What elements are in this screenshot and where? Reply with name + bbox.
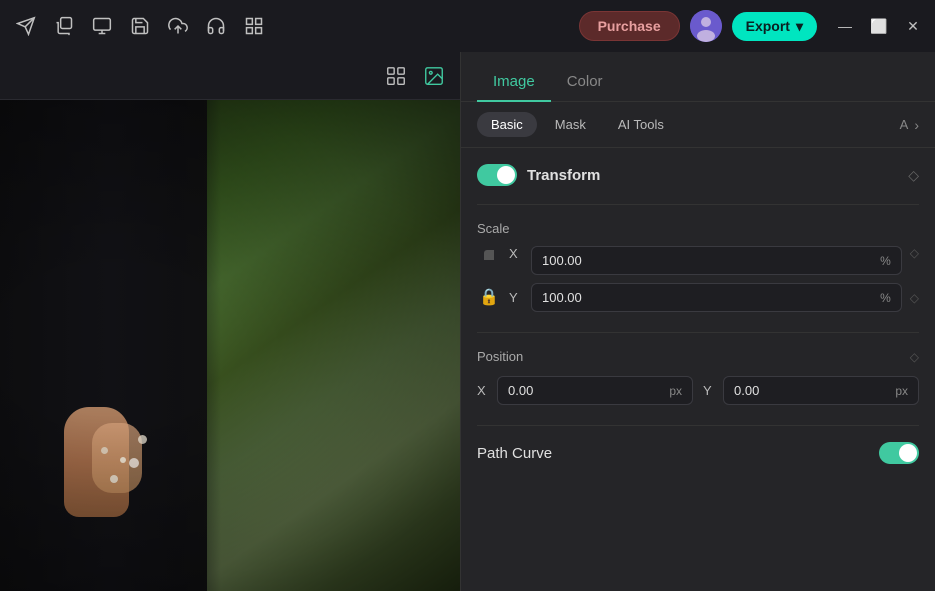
position-group: Position ◇ X 0.00 px Y [477,349,919,405]
avatar[interactable] [690,10,722,42]
maximize-button[interactable]: ⬜ [869,16,889,36]
export-button[interactable]: Export ▾ [732,12,817,41]
divider-2 [477,332,919,333]
scale-x-diamond-icon[interactable]: ◇ [910,246,919,275]
subtab-mask[interactable]: Mask [541,112,600,137]
send-icon[interactable] [12,12,40,40]
titlebar: Purchase Export ▾ — ⬜ ✕ [0,0,935,52]
tab-color[interactable]: Color [551,63,619,102]
monitor-icon[interactable] [88,12,116,40]
copy-icon[interactable] [50,12,78,40]
more-options: A › [900,117,919,133]
subtab-ai-tools[interactable]: AI Tools [604,112,678,137]
path-curve-knob [899,444,917,462]
canvas-area [0,100,460,591]
tab-image[interactable]: Image [477,63,551,102]
divider-1 [477,204,919,205]
window-controls: — ⬜ ✕ [835,16,923,36]
position-x-group: X 0.00 px [477,376,693,405]
position-row: X 0.00 px Y 0.00 px [477,376,919,405]
position-diamond-icon[interactable]: ◇ [910,350,919,364]
chevron-right-icon: › [914,117,919,133]
close-button[interactable]: ✕ [903,16,923,36]
path-curve-toggle[interactable] [879,442,919,464]
transform-title: Transform [527,167,600,184]
divider-3 [477,425,919,426]
scale-x-input[interactable]: 100.00 % [531,246,902,275]
purchase-button[interactable]: Purchase [579,11,680,41]
upload-icon[interactable] [164,12,192,40]
grid-icon[interactable] [240,12,268,40]
transform-section-header: Transform ◇ [477,164,919,186]
more-label: A [900,117,909,132]
transform-diamond-icon[interactable]: ◇ [908,167,919,184]
path-curve-label: Path Curve [477,445,879,462]
grid-view-icon[interactable] [382,62,410,90]
headphone-icon[interactable] [202,12,230,40]
position-label: Position [477,349,523,364]
scale-y-diamond-icon[interactable]: ◇ [910,291,919,305]
toggle-knob [497,166,515,184]
save-icon[interactable] [126,12,154,40]
y-axis-label: Y [509,290,523,305]
panel-content: Transform ◇ Scale X 100.00 % [461,148,935,591]
x-axis-label: X [509,246,523,275]
scale-group: Scale X 100.00 % ◇ 🔒 [477,221,919,312]
chevron-down-icon: ▾ [796,18,803,35]
image-view-icon[interactable] [420,62,448,90]
position-y-group: Y 0.00 px [703,376,919,405]
position-x-input[interactable]: 0.00 px [497,376,693,405]
scale-y-input[interactable]: 100.00 % [531,283,902,312]
transform-toggle[interactable] [477,164,517,186]
right-panel: Image Color Basic Mask AI Tools A › Tran… [460,52,935,591]
subtab-basic[interactable]: Basic [477,112,537,137]
left-panel [0,52,460,591]
path-curve-row: Path Curve [477,442,919,464]
lock-icon[interactable]: 🔒 [479,290,499,306]
sub-tabs: Basic Mask AI Tools A › [461,102,935,148]
scale-label: Scale [477,221,919,236]
position-y-input[interactable]: 0.00 px [723,376,919,405]
minimize-button[interactable]: — [835,16,855,36]
pos-y-label: Y [703,383,717,398]
pos-x-label: X [477,383,491,398]
panel-tabs: Image Color [461,52,935,102]
main-content: Image Color Basic Mask AI Tools A › Tran… [0,52,935,591]
left-toolbar [0,52,460,100]
